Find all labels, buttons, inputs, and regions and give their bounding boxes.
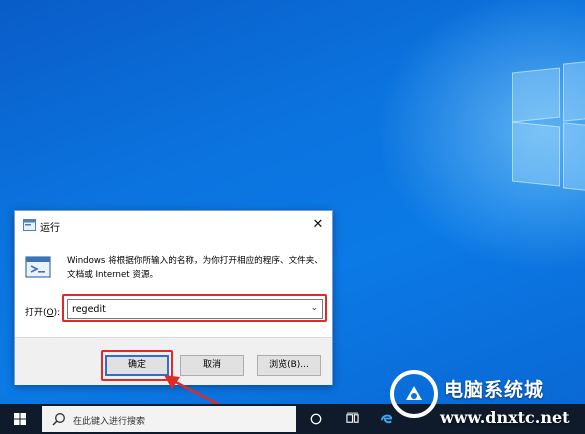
run-dialog: 运行 ✕ Windows 将根据你所输入的名称，为你打开相应的程序、文件夹、文档… [14, 210, 333, 385]
task-view-icon [345, 412, 359, 423]
cortana-button[interactable] [298, 404, 334, 434]
task-view-button[interactable] [334, 404, 370, 434]
desktop-logo-pane [563, 60, 585, 122]
edge-icon [380, 414, 392, 424]
start-button[interactable] [0, 404, 40, 434]
desktop-logo-pane [512, 67, 560, 123]
close-icon: ✕ [312, 217, 324, 232]
run-program-icon [25, 256, 51, 278]
watermark-logo [390, 370, 438, 418]
desktop-logo-pane [563, 122, 585, 192]
taskbar-search[interactable]: 在此键入进行搜索 [42, 406, 296, 432]
desktop-logo-pane [512, 121, 560, 187]
watermark-title: 电脑系统城 [444, 379, 545, 401]
dialog-titlebar[interactable]: 运行 ✕ [15, 211, 332, 239]
run-icon [23, 219, 36, 231]
input-highlight-box [62, 294, 327, 322]
search-icon [52, 413, 65, 426]
watermark-logo-icon [406, 386, 422, 400]
watermark-url: www.dnxtc.net [440, 408, 570, 427]
windows-start-icon [14, 413, 26, 425]
search-placeholder: 在此键入进行搜索 [73, 417, 146, 427]
cortana-icon [310, 413, 322, 424]
close-button[interactable]: ✕ [304, 211, 332, 239]
dialog-title: 运行 [40, 223, 60, 234]
browse-button[interactable]: 浏览(B)... [257, 355, 321, 376]
dialog-description: Windows 将根据你所输入的名称，为你打开相应的程序、文件夹、文档或 Int… [67, 256, 323, 280]
open-label: 打开(O): [25, 308, 61, 318]
